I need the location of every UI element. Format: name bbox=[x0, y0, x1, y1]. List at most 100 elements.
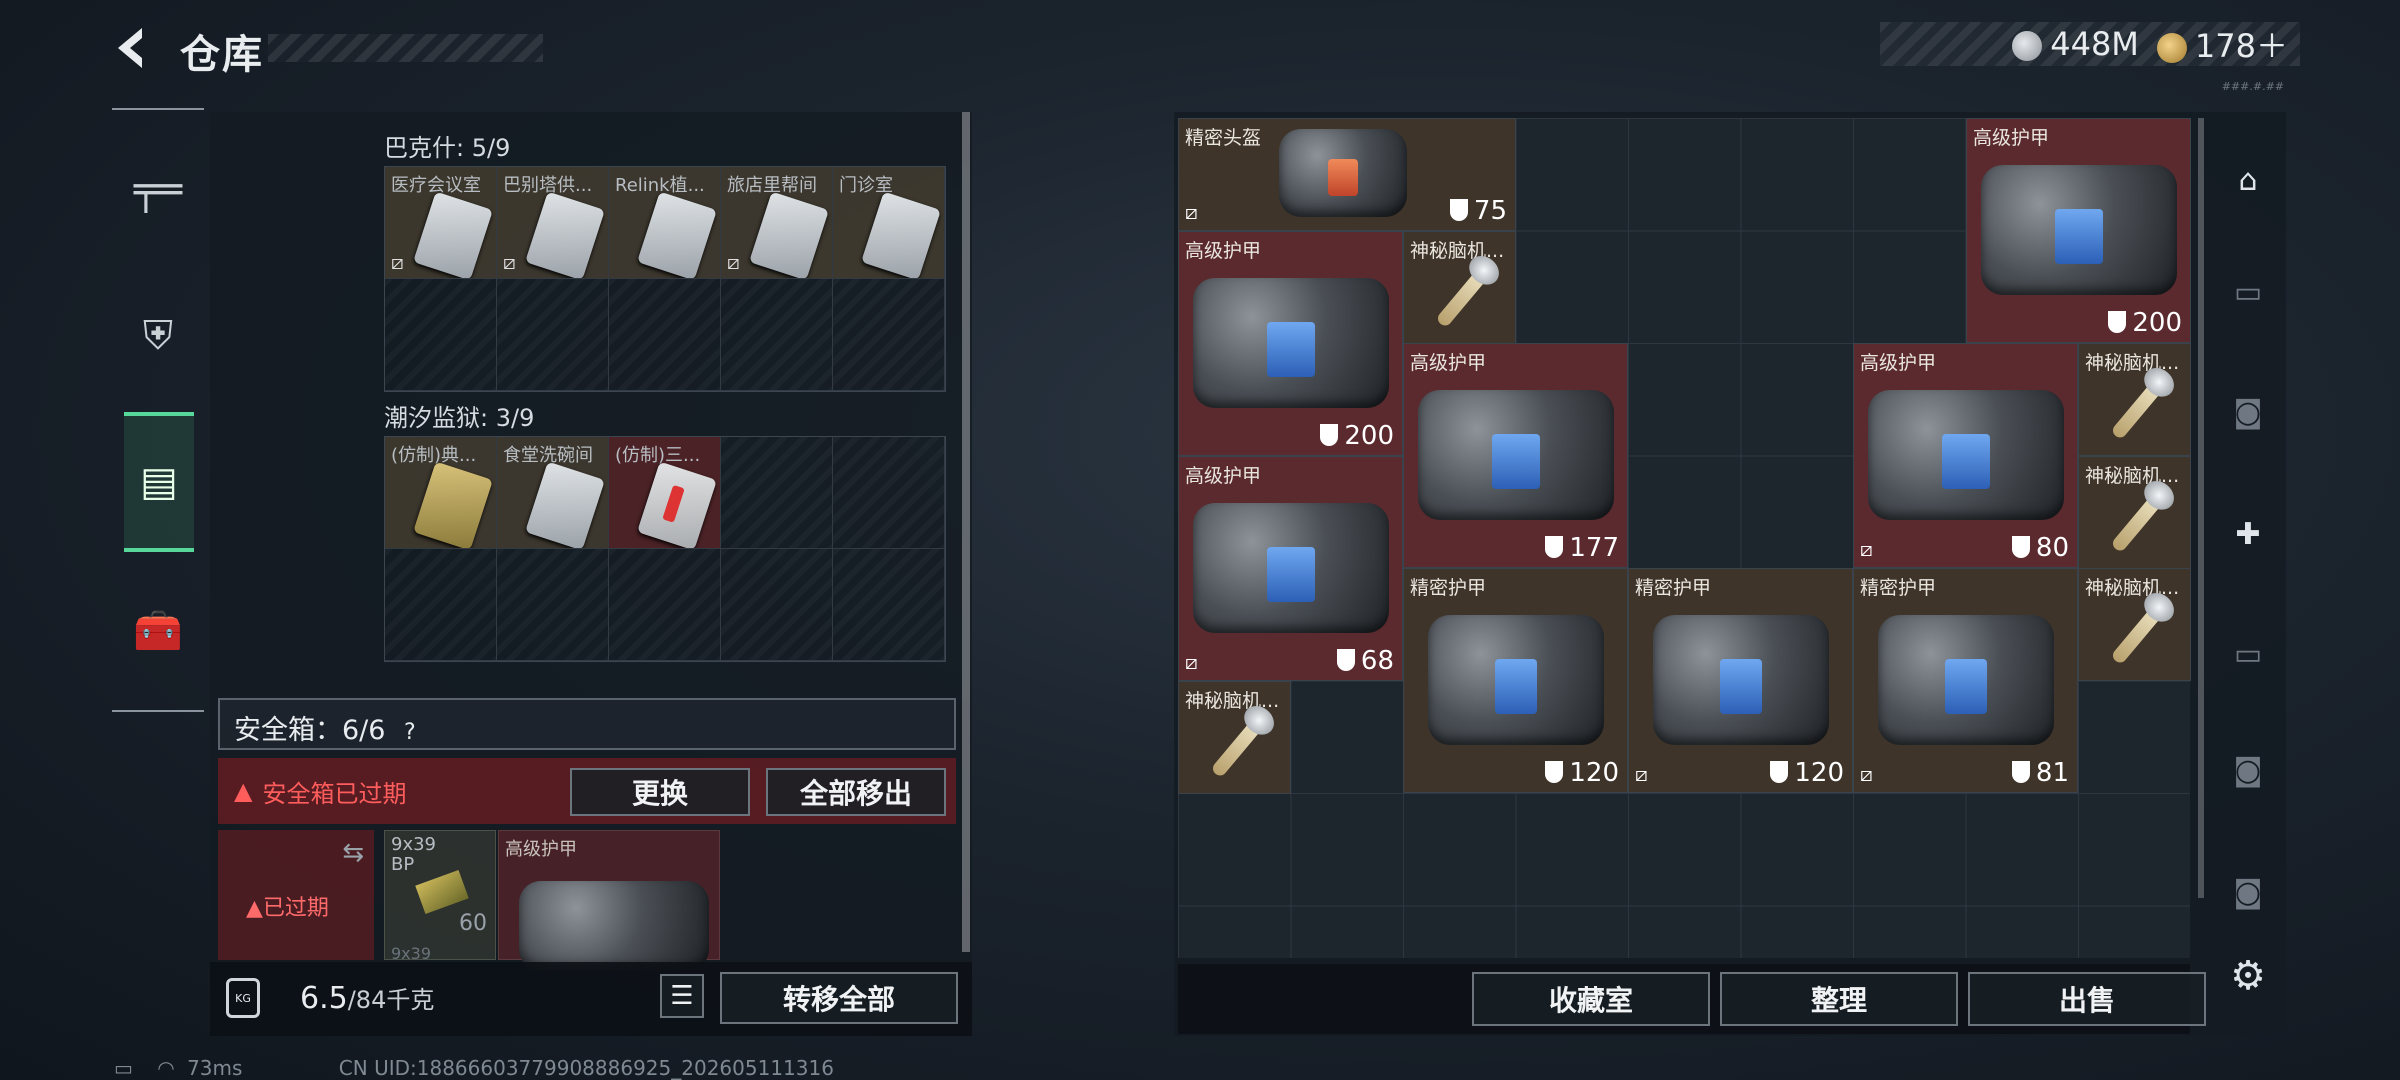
iv-camera-icon[interactable]: ◙ bbox=[2210, 862, 2286, 922]
safebox-header[interactable]: 安全箱：6/6 ? bbox=[218, 698, 956, 750]
no-drop-icon: ⧄ bbox=[1185, 650, 1198, 674]
item-label: (仿制)三... bbox=[615, 445, 701, 466]
keycard-slot[interactable]: 门诊室 bbox=[833, 167, 945, 279]
no-drop-icon: ⧄ bbox=[1185, 200, 1198, 224]
sell-button[interactable]: 出售 bbox=[1968, 972, 2206, 1026]
stash-item[interactable]: 精密头盔 ⧄ 75 bbox=[1178, 118, 1516, 231]
stash-item[interactable]: 精密护甲 ⧄ 81 bbox=[1853, 568, 2078, 793]
stash-item[interactable]: 神秘脑机... bbox=[2078, 456, 2191, 569]
shield-icon bbox=[2011, 536, 2030, 558]
armor-slot[interactable]: 高级护甲 bbox=[498, 830, 720, 971]
keycard-slot[interactable]: (仿制)典... bbox=[385, 437, 497, 549]
empty-slot[interactable] bbox=[833, 279, 945, 391]
list-icon: ☰ bbox=[670, 981, 694, 1011]
shield-icon bbox=[2108, 311, 2127, 333]
stash-item[interactable]: 神秘脑机... bbox=[1403, 231, 1516, 344]
home-icon[interactable]: ⌂ bbox=[2210, 150, 2286, 210]
nav-divider-top bbox=[112, 108, 204, 110]
durability-value: 200 bbox=[2132, 308, 2182, 338]
stash-item[interactable]: 高级护甲 ⧄ 80 bbox=[1853, 343, 2078, 568]
durability-value: 120 bbox=[1794, 758, 1844, 788]
empty-slot[interactable] bbox=[721, 549, 833, 661]
help-icon[interactable]: ? bbox=[404, 720, 416, 745]
durability: 200 bbox=[2108, 308, 2182, 338]
keycard-slot[interactable]: 巴别塔供... ⧄ bbox=[497, 167, 609, 279]
list-view-button[interactable]: ☰ bbox=[660, 974, 704, 1018]
settings-icon[interactable]: ⚙ bbox=[2210, 946, 2286, 1006]
left-scrollbar[interactable] bbox=[962, 112, 970, 952]
stash-item[interactable]: 高级护甲 200 bbox=[1178, 231, 1403, 456]
right-scrollbar[interactable] bbox=[2198, 118, 2204, 898]
stash-item[interactable]: 神秘脑机... bbox=[2078, 568, 2191, 681]
keycard-slot[interactable]: Relink植... bbox=[609, 167, 721, 279]
weight-display: 6.5/84千克 bbox=[300, 980, 434, 1016]
empty-slot[interactable] bbox=[721, 279, 833, 391]
ping-value: 73ms bbox=[187, 1056, 243, 1080]
section-label: 巴克什: 5/9 bbox=[384, 128, 510, 163]
keycard-slot[interactable]: 旅店里帮间 ⧄ bbox=[721, 167, 833, 279]
expired-badge: ▲已过期 bbox=[246, 890, 329, 922]
keycard-slot[interactable]: 食堂洗碗间 bbox=[497, 437, 609, 549]
backpack-icon: ▤ bbox=[140, 459, 178, 505]
safebox-items: 9x39 BP 60 9x39 高级护甲 bbox=[384, 830, 952, 971]
armor-bag-icon bbox=[1193, 278, 1389, 408]
iv-folder-icon[interactable]: ▭ bbox=[2210, 262, 2286, 322]
no-drop-icon: ⧄ bbox=[1860, 537, 1873, 561]
empty-slot[interactable] bbox=[385, 549, 497, 661]
iv-camera-icon[interactable]: ◙ bbox=[2210, 382, 2286, 442]
durability: 177 bbox=[1545, 533, 1619, 563]
empty-slot[interactable] bbox=[497, 279, 609, 391]
empty-slot[interactable] bbox=[833, 437, 945, 549]
sort-button[interactable]: 整理 bbox=[1720, 972, 1958, 1026]
silver-currency[interactable]: 448M bbox=[2012, 25, 2139, 63]
swap-icon[interactable]: ⇆ bbox=[342, 838, 364, 868]
no-drop-icon: ⧄ bbox=[391, 250, 404, 274]
iv-medkit-add-icon[interactable]: ✚ bbox=[2210, 504, 2286, 564]
iv-folder-icon[interactable]: ▭ bbox=[2210, 624, 2286, 684]
gold-currency[interactable]: 178＋ bbox=[2156, 21, 2288, 67]
keycard-slot[interactable]: (仿制)三... bbox=[609, 437, 721, 549]
keycard-icon bbox=[749, 191, 829, 278]
nav-armor[interactable]: ⛨ bbox=[112, 276, 204, 396]
safebox-slot[interactable]: ⇆ ▲已过期 bbox=[218, 830, 374, 960]
weight-value: 6.5 bbox=[300, 981, 348, 1016]
stash-item[interactable]: 高级护甲 177 bbox=[1403, 343, 1628, 568]
armor-bag-icon bbox=[1868, 390, 2064, 520]
shield-icon bbox=[1545, 536, 1564, 558]
back-button[interactable] bbox=[112, 22, 156, 74]
durability-value: 120 bbox=[1569, 758, 1619, 788]
durability-value: 177 bbox=[1569, 533, 1619, 563]
stash-item[interactable]: 神秘脑机... bbox=[2078, 343, 2191, 456]
nav-backpack[interactable]: ▤ bbox=[124, 412, 194, 552]
move-all-out-button[interactable]: 全部移出 bbox=[766, 768, 946, 816]
brain-chip-icon bbox=[1210, 715, 1266, 779]
replace-button[interactable]: 更换 bbox=[570, 768, 750, 816]
durability-value: 80 bbox=[2035, 533, 2069, 563]
keycard-slot[interactable]: 医疗会议室 ⧄ bbox=[385, 167, 497, 279]
ammo-box-icon bbox=[415, 870, 469, 914]
empty-slot[interactable] bbox=[385, 279, 497, 391]
empty-slot[interactable] bbox=[609, 549, 721, 661]
stash-item[interactable]: 精密护甲 120 bbox=[1403, 568, 1628, 793]
ammo-slot[interactable]: 9x39 BP 60 9x39 bbox=[384, 830, 496, 963]
armor-bag-icon bbox=[1418, 390, 1614, 520]
empty-slot[interactable] bbox=[721, 437, 833, 549]
transfer-all-button[interactable]: 转移全部 bbox=[720, 972, 958, 1024]
iv-camera-icon[interactable]: ◙ bbox=[2210, 740, 2286, 800]
stash-item[interactable]: 神秘脑机... bbox=[1178, 681, 1291, 794]
no-drop-icon: ⧄ bbox=[727, 250, 740, 274]
empty-slot[interactable] bbox=[609, 279, 721, 391]
empty-slot[interactable] bbox=[833, 549, 945, 661]
item-label: (仿制)典... bbox=[391, 445, 477, 466]
item-label: 9x39 BP bbox=[391, 834, 437, 875]
section-title-prison: 潮汐监狱: 3/9 bbox=[384, 404, 535, 432]
durability: 75 bbox=[1449, 196, 1507, 226]
shield-icon bbox=[2011, 761, 2030, 783]
empty-slot[interactable] bbox=[497, 549, 609, 661]
stash-item[interactable]: 精密护甲 ⧄ 120 bbox=[1628, 568, 1853, 793]
stash-item[interactable]: 高级护甲 ⧄ 68 bbox=[1178, 456, 1403, 681]
nav-weapon[interactable]: ╤═ bbox=[112, 130, 204, 250]
collection-room-button[interactable]: 收藏室 bbox=[1472, 972, 1710, 1026]
stash-item[interactable]: 高级护甲 200 bbox=[1966, 118, 2191, 343]
nav-toolbox[interactable]: 🧰 bbox=[112, 570, 204, 690]
